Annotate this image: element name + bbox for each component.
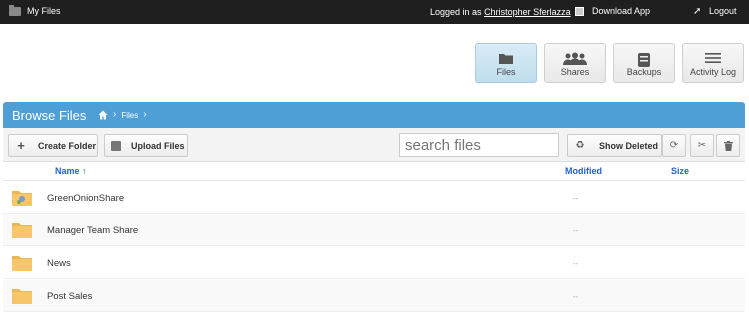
- table-row[interactable]: News --: [3, 247, 745, 279]
- file-name[interactable]: Post Sales: [47, 291, 92, 302]
- show-deleted-button[interactable]: ♻ Show Deleted: [567, 134, 662, 157]
- browse-files-header: Browse Files › Files ›: [3, 102, 745, 128]
- table-header: Name ↑ Modified Size: [3, 162, 745, 181]
- chevron-right-icon: ›: [143, 109, 147, 120]
- logged-in-text: Logged in as Christopher Sferlazza: [430, 7, 571, 17]
- logout-link[interactable]: ➚ Logout: [693, 6, 737, 16]
- plus-icon: +: [17, 138, 25, 153]
- create-folder-button[interactable]: + Create Folder: [8, 134, 98, 157]
- column-modified-header[interactable]: Modified: [565, 166, 602, 176]
- top-bar: My Files Logged in as Christopher Sferla…: [0, 0, 749, 24]
- shared-folder-icon: [12, 191, 32, 206]
- breadcrumb-files[interactable]: Files: [121, 111, 138, 120]
- app-title: My Files: [27, 6, 61, 16]
- backups-nav-label: Backups: [626, 67, 662, 77]
- upload-files-label: Upload Files: [131, 140, 185, 151]
- search-input[interactable]: [399, 133, 559, 157]
- app-brand[interactable]: My Files: [9, 4, 61, 16]
- backups-nav-button[interactable]: Backups: [613, 43, 675, 83]
- shares-nav-button[interactable]: Shares: [544, 43, 606, 83]
- activity-log-nav-button[interactable]: Activity Log: [682, 43, 744, 83]
- file-toolbar: + Create Folder Upload Files ♻ Show Dele…: [3, 128, 745, 162]
- refresh-button[interactable]: ⟳: [662, 134, 686, 157]
- table-row[interactable]: Manager Team Share --: [3, 214, 745, 246]
- cut-button[interactable]: ✂: [690, 134, 714, 157]
- user-name-link[interactable]: Christopher Sferlazza: [484, 7, 571, 17]
- download-icon: [575, 6, 584, 16]
- logout-arrow-icon: ➚: [693, 5, 702, 17]
- breadcrumb: › Files ›: [98, 110, 147, 120]
- list-icon: [705, 53, 721, 63]
- users-icon: [563, 52, 587, 65]
- folder-icon: [12, 256, 32, 271]
- download-app-link[interactable]: Download App: [575, 6, 650, 16]
- create-folder-label: Create Folder: [38, 140, 97, 151]
- column-size-header[interactable]: Size: [671, 166, 689, 176]
- download-label: Download App: [592, 6, 651, 16]
- scissors-icon: ✂: [697, 140, 707, 151]
- trash-icon: [723, 140, 733, 151]
- file-name[interactable]: Manager Team Share: [47, 225, 138, 236]
- recycle-icon: ♻: [575, 140, 585, 151]
- logged-prefix: Logged in as: [430, 7, 482, 17]
- modified-value: --: [573, 292, 579, 301]
- table-row[interactable]: Post Sales --: [3, 280, 745, 312]
- files-nav-button[interactable]: Files: [475, 43, 537, 83]
- upload-icon: [111, 140, 121, 151]
- delete-button[interactable]: [716, 134, 740, 157]
- folder-icon: [9, 4, 21, 16]
- logout-label: Logout: [709, 6, 737, 16]
- activity-log-nav-label: Activity Log: [689, 67, 737, 77]
- folder-icon: [12, 223, 32, 238]
- file-name[interactable]: GreenOnionShare: [47, 193, 124, 204]
- modified-value: --: [573, 226, 579, 235]
- column-name-header[interactable]: Name ↑: [55, 166, 87, 176]
- chevron-right-icon: ›: [113, 109, 117, 120]
- backup-drive-icon: [638, 53, 650, 67]
- folder-icon: [12, 289, 32, 304]
- shares-nav-label: Shares: [560, 67, 590, 77]
- folder-icon: [499, 54, 513, 64]
- show-deleted-label: Show Deleted: [599, 140, 659, 151]
- table-row[interactable]: GreenOnionShare --: [3, 182, 745, 214]
- upload-files-button[interactable]: Upload Files: [104, 134, 188, 157]
- refresh-icon: ⟳: [669, 140, 679, 151]
- file-name[interactable]: News: [47, 258, 71, 269]
- modified-value: --: [573, 259, 579, 268]
- files-nav-label: Files: [496, 67, 516, 77]
- home-icon[interactable]: [98, 110, 108, 120]
- page-title: Browse Files: [12, 108, 87, 123]
- modified-value: --: [573, 194, 579, 203]
